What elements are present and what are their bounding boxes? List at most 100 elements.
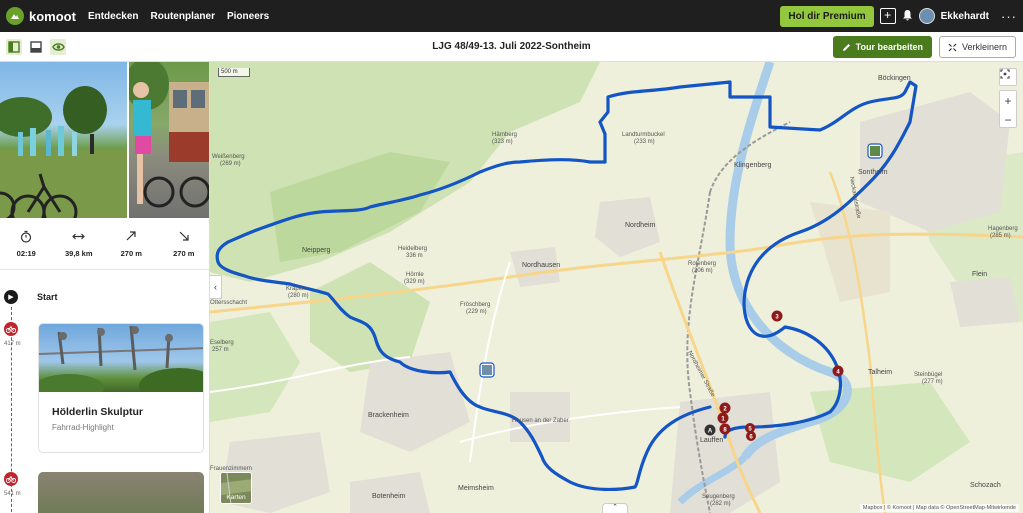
play-icon: ▶ <box>4 290 18 304</box>
duration-value: 02:19 <box>16 249 36 258</box>
avatar[interactable] <box>918 8 935 24</box>
peak-seugenberg: Seugenberg <box>702 494 735 500</box>
peak-kraeplen-alt: (280 m) <box>288 293 309 299</box>
map-label-sontheim: Sontheim <box>858 169 888 176</box>
map-label-neipperg: Neipperg <box>302 247 331 254</box>
map-label-brackenheim: Brackenheim <box>368 412 409 419</box>
map-label-klingenberg: Klingenberg <box>734 162 771 169</box>
distance-value: 39,8 km <box>64 249 93 258</box>
map-label-talheim: Talheim <box>868 369 892 376</box>
tour-stats: 02:19 39,8 km 270 m 270 m <box>0 230 210 266</box>
expand-bottom-panel-button[interactable]: ⌃ <box>602 503 628 513</box>
peak-kraeplen: Kräplen <box>286 286 307 292</box>
tour-photo-group[interactable] <box>0 62 127 218</box>
peak-rotenberg-alt: (206 m) <box>692 268 713 274</box>
tour-sidebar: 02:19 39,8 km 270 m 270 m ▶ Start 417 m <box>0 62 210 513</box>
peak-haernberg: Härnberg <box>492 132 517 138</box>
peak-landturmbuckel: Landturmbuckel <box>622 132 665 138</box>
map-scale: 500 m <box>218 68 250 77</box>
edit-tour-label: Tour bearbeiten <box>855 42 923 52</box>
map-layers-button[interactable]: Karten <box>220 472 252 504</box>
peak-hoernle: Hörnle <box>406 272 424 278</box>
map-canvas: Böckingen Sontheim Nordheim Nordhausen K… <box>210 62 1023 513</box>
peak-froeschberg: Fröschberg <box>460 302 490 308</box>
highlight-type: Fahrrad-Highlight <box>52 423 114 432</box>
tour-toolbar: LJG 48/49-13. Juli 2022-Sontheim Tour be… <box>0 32 1023 62</box>
stat-downhill: 270 m <box>158 230 210 266</box>
map-label-schozach: Schozach <box>970 482 1001 489</box>
uphill-value: 270 m <box>120 249 142 258</box>
shrink-label: Verkleinern <box>961 42 1007 52</box>
shrink-icon <box>948 43 957 51</box>
plus-icon[interactable]: + <box>879 8 896 24</box>
map-label-hausen: Hausen an der Zaber <box>512 418 569 424</box>
peak-hoernle-alt: (329 m) <box>404 279 425 285</box>
zoom-out-button[interactable]: − <box>1000 110 1016 129</box>
premium-button[interactable]: Hol dir Premium <box>780 5 874 27</box>
bike-waypoint-icon <box>4 472 18 486</box>
stat-uphill: 270 m <box>105 230 158 266</box>
distance-arrows-icon <box>72 230 86 243</box>
timeline-start[interactable]: ▶ Start <box>4 290 58 304</box>
map-layers-label: Karten <box>226 494 246 501</box>
map-label-ottersschacht: Ottersschacht <box>210 300 247 306</box>
highlight-title: Hölderlin Skulptur <box>52 406 144 418</box>
downhill-value: 270 m <box>173 249 195 258</box>
map-label-flein: Flein <box>972 271 987 278</box>
waypoint-distance: 417 m <box>4 341 21 347</box>
uphill-arrow-icon <box>125 230 137 243</box>
nav-link-pioneers[interactable]: Pioneers <box>227 11 269 22</box>
peak-hagenberg-alt: (285 m) <box>990 233 1011 239</box>
stat-duration: 02:19 <box>0 230 53 266</box>
nav-link-entdecken[interactable]: Entdecken <box>88 11 139 22</box>
waypoint-marker-a: A <box>708 429 713 435</box>
brand-name: komoot <box>29 8 76 24</box>
highlight-card-2[interactable] <box>38 472 204 513</box>
komoot-logo[interactable]: komoot <box>6 7 76 25</box>
peak-froeschberg-alt: (229 m) <box>466 309 487 315</box>
edit-tour-button[interactable]: Tour bearbeiten <box>832 36 932 58</box>
stopwatch-icon <box>20 230 32 243</box>
username[interactable]: Ekkehardt <box>941 11 989 22</box>
route-map[interactable]: Böckingen Sontheim Nordheim Nordhausen K… <box>210 62 1023 513</box>
top-navigation: komoot Entdecken Routenplaner Pioneers H… <box>0 0 1023 32</box>
bike-waypoint-icon <box>4 322 18 336</box>
locate-icon[interactable] <box>999 68 1017 86</box>
peak-steinbuegel: Steinbügel <box>914 372 942 378</box>
nav-link-routenplaner[interactable]: Routenplaner <box>151 11 215 22</box>
zoom-controls: + − <box>999 90 1017 128</box>
stat-distance: 39,8 km <box>53 230 106 266</box>
map-label-nordheim: Nordheim <box>625 222 656 229</box>
collapse-sidebar-button[interactable]: ‹ <box>210 275 222 299</box>
peak-seugenberg-alt: (282 m) <box>710 501 731 507</box>
bell-icon[interactable] <box>902 9 913 24</box>
komoot-logo-icon <box>6 7 24 25</box>
peak-rotenberg: Rotenberg <box>688 261 716 267</box>
map-label-nordhausen: Nordhausen <box>522 262 560 269</box>
peak-weissenberg-alt: (269 m) <box>220 161 241 167</box>
highlight-image <box>39 324 203 404</box>
zoom-in-button[interactable]: + <box>1000 91 1016 110</box>
peak-heidelberg: Heidelberg <box>398 246 427 252</box>
map-label-boeckingen: Böckingen <box>878 75 911 82</box>
waypoint-distance: 541 m <box>4 491 21 497</box>
peak-hagenberg: Hagenberg <box>988 226 1018 232</box>
more-menu-icon[interactable]: ··· <box>1001 9 1017 24</box>
start-label: Start <box>37 292 58 302</box>
sidebar-view-icon[interactable] <box>6 38 22 55</box>
eye-icon[interactable] <box>50 38 66 55</box>
downhill-arrow-icon <box>178 230 190 243</box>
map-attribution[interactable]: Mapbox | © Komoot | Map data © OpenStree… <box>859 504 1019 512</box>
tour-photo-rider[interactable] <box>129 62 209 218</box>
map-label-lauffen: Lauffen <box>700 437 723 444</box>
peak-weissenberg: Weißenberg <box>212 154 245 160</box>
peak-haernberg-alt: (323 m) <box>492 139 513 145</box>
highlight-card[interactable]: Hölderlin Skulptur Fahrrad-Highlight <box>38 323 204 453</box>
peak-heidelberg-alt: 336 m <box>406 253 423 259</box>
shrink-button[interactable]: Verkleinern <box>938 36 1016 58</box>
map-label-botenheim: Botenheim <box>372 493 406 500</box>
peak-eselberg-alt: 257 m <box>212 347 229 353</box>
peak-landturmbuckel-alt: (233 m) <box>634 139 655 145</box>
bottom-view-icon[interactable] <box>28 39 44 55</box>
divider <box>0 269 209 270</box>
